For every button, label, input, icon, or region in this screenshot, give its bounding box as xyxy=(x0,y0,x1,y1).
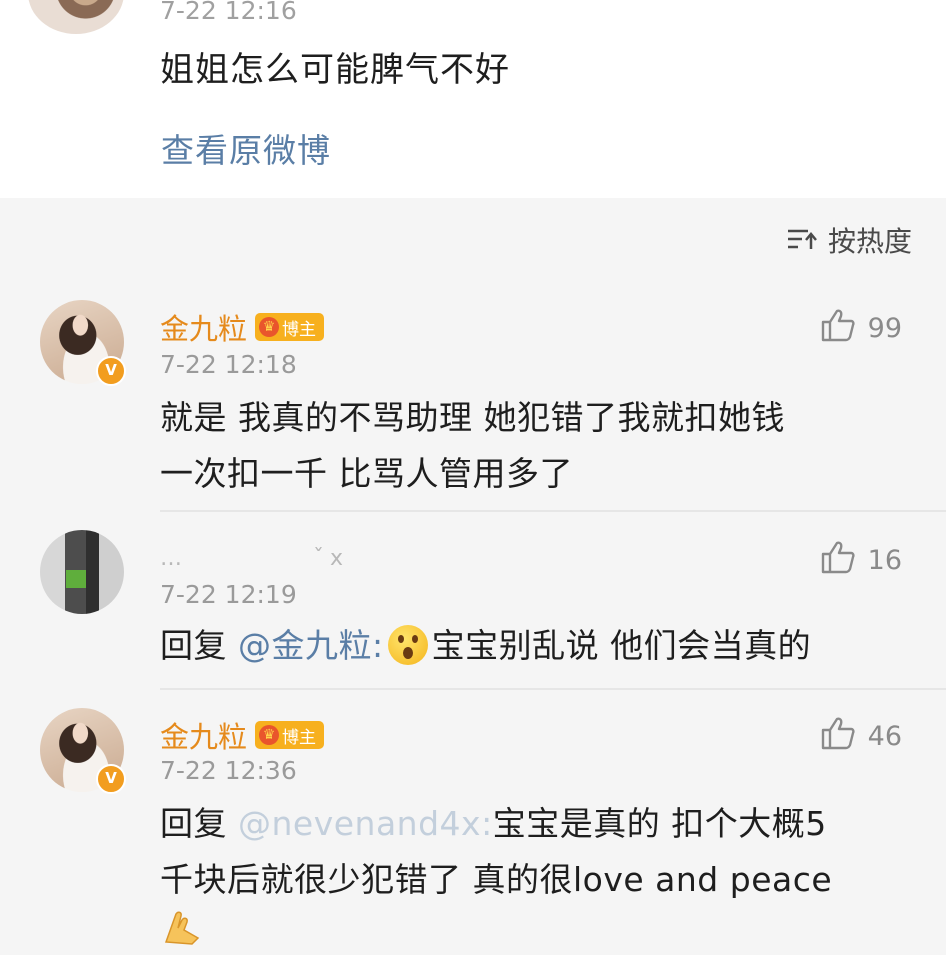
crown-icon: ♛ xyxy=(259,317,280,337)
reply-prefix: 回复 xyxy=(160,626,227,665)
post-content: 姐姐怎么可能脾气不好 xyxy=(160,50,510,90)
mention-link[interactable]: @nevenand4x: xyxy=(238,804,493,843)
comment-text-line: 就是 我真的不骂助理 她犯错了我就扣她钱 xyxy=(160,398,785,437)
post-time: 7-22 12:16 xyxy=(160,0,297,25)
comment-time: 7-22 12:19 xyxy=(160,580,297,609)
reply-prefix: 回复 xyxy=(160,804,227,843)
commenter-name-text: 金九粒 xyxy=(160,312,248,346)
host-badge: ♛ 博主 xyxy=(255,313,325,341)
thumbs-up-icon xyxy=(820,308,856,349)
divider xyxy=(160,510,946,512)
sort-by-hot-button[interactable]: 按热度 xyxy=(786,220,912,260)
view-original-link[interactable]: 查看原微博 xyxy=(161,124,331,172)
thumbs-up-icon xyxy=(820,540,856,581)
thumbs-up-icon xyxy=(820,716,856,757)
post-author-avatar[interactable] xyxy=(28,0,124,34)
commenter-name[interactable]: 金九粒 ♛ 博主 xyxy=(160,306,325,348)
commenter-name[interactable]: 金九粒 ♛ 博主 xyxy=(160,714,325,756)
comment-text: 回复 @金九粒: 宝宝别乱说 他们会当真的 xyxy=(160,618,886,674)
comment-text-line: 回复 @nevenand4x:宝宝是真的 扣个大概5 xyxy=(160,796,886,852)
comment-text: 回复 @nevenand4x:宝宝是真的 扣个大概5 千块后就很少犯错了 真的很… xyxy=(160,796,886,908)
like-count: 99 xyxy=(867,313,902,344)
comment-item: V 金九粒 ♛ 博主 7-22 12:36 46 回复 @nevenand4x:… xyxy=(0,688,946,950)
sort-bar: 按热度 xyxy=(0,198,946,278)
comment-text-body: 宝宝别乱说 他们会当真的 xyxy=(431,626,812,665)
shocked-face-icon xyxy=(387,625,428,665)
divider xyxy=(160,688,946,690)
commenter-name[interactable]: … ˇx xyxy=(160,540,349,572)
like-count: 16 xyxy=(867,545,902,576)
commenter-name-text: 金九粒 xyxy=(160,720,248,754)
crown-icon: ♛ xyxy=(259,725,280,745)
like-count: 46 xyxy=(867,721,902,752)
host-badge: ♛ 博主 xyxy=(255,721,325,749)
praying-hands-icon xyxy=(160,908,204,955)
comment-time: 7-22 12:18 xyxy=(160,350,297,379)
mention-link[interactable]: @金九粒: xyxy=(238,626,384,665)
comment-text-line: 千块后就很少犯错了 真的很love and peace xyxy=(160,860,833,899)
comment-time: 7-22 12:36 xyxy=(160,756,297,785)
comment-item: … ˇx 7-22 12:19 16 回复 @金九粒: 宝宝别乱说 他们会当真的 xyxy=(0,510,946,688)
comment-text: 就是 我真的不骂助理 她犯错了我就扣她钱 一次扣一千 比骂人管用多了 xyxy=(160,390,886,502)
host-badge-label: 博主 xyxy=(282,319,317,340)
host-badge-label: 博主 xyxy=(282,727,317,748)
commenter-avatar[interactable] xyxy=(40,530,124,614)
comment-text-body: 宝宝是真的 扣个大概5 xyxy=(492,804,827,843)
verified-badge-icon: V xyxy=(96,764,126,794)
verified-badge-icon: V xyxy=(96,356,126,386)
sort-icon xyxy=(786,227,818,253)
original-post: 7-22 12:16 姐姐怎么可能脾气不好 查看原微博 xyxy=(0,0,946,198)
like-button[interactable]: 16 xyxy=(820,540,902,581)
sort-label: 按热度 xyxy=(827,225,912,258)
like-button[interactable]: 99 xyxy=(820,308,902,349)
comment-item: V 金九粒 ♛ 博主 7-22 12:18 99 就是 我真的不骂助理 她犯错了… xyxy=(0,278,946,510)
like-button[interactable]: 46 xyxy=(820,716,902,757)
comment-text-line: 一次扣一千 比骂人管用多了 xyxy=(160,454,573,493)
